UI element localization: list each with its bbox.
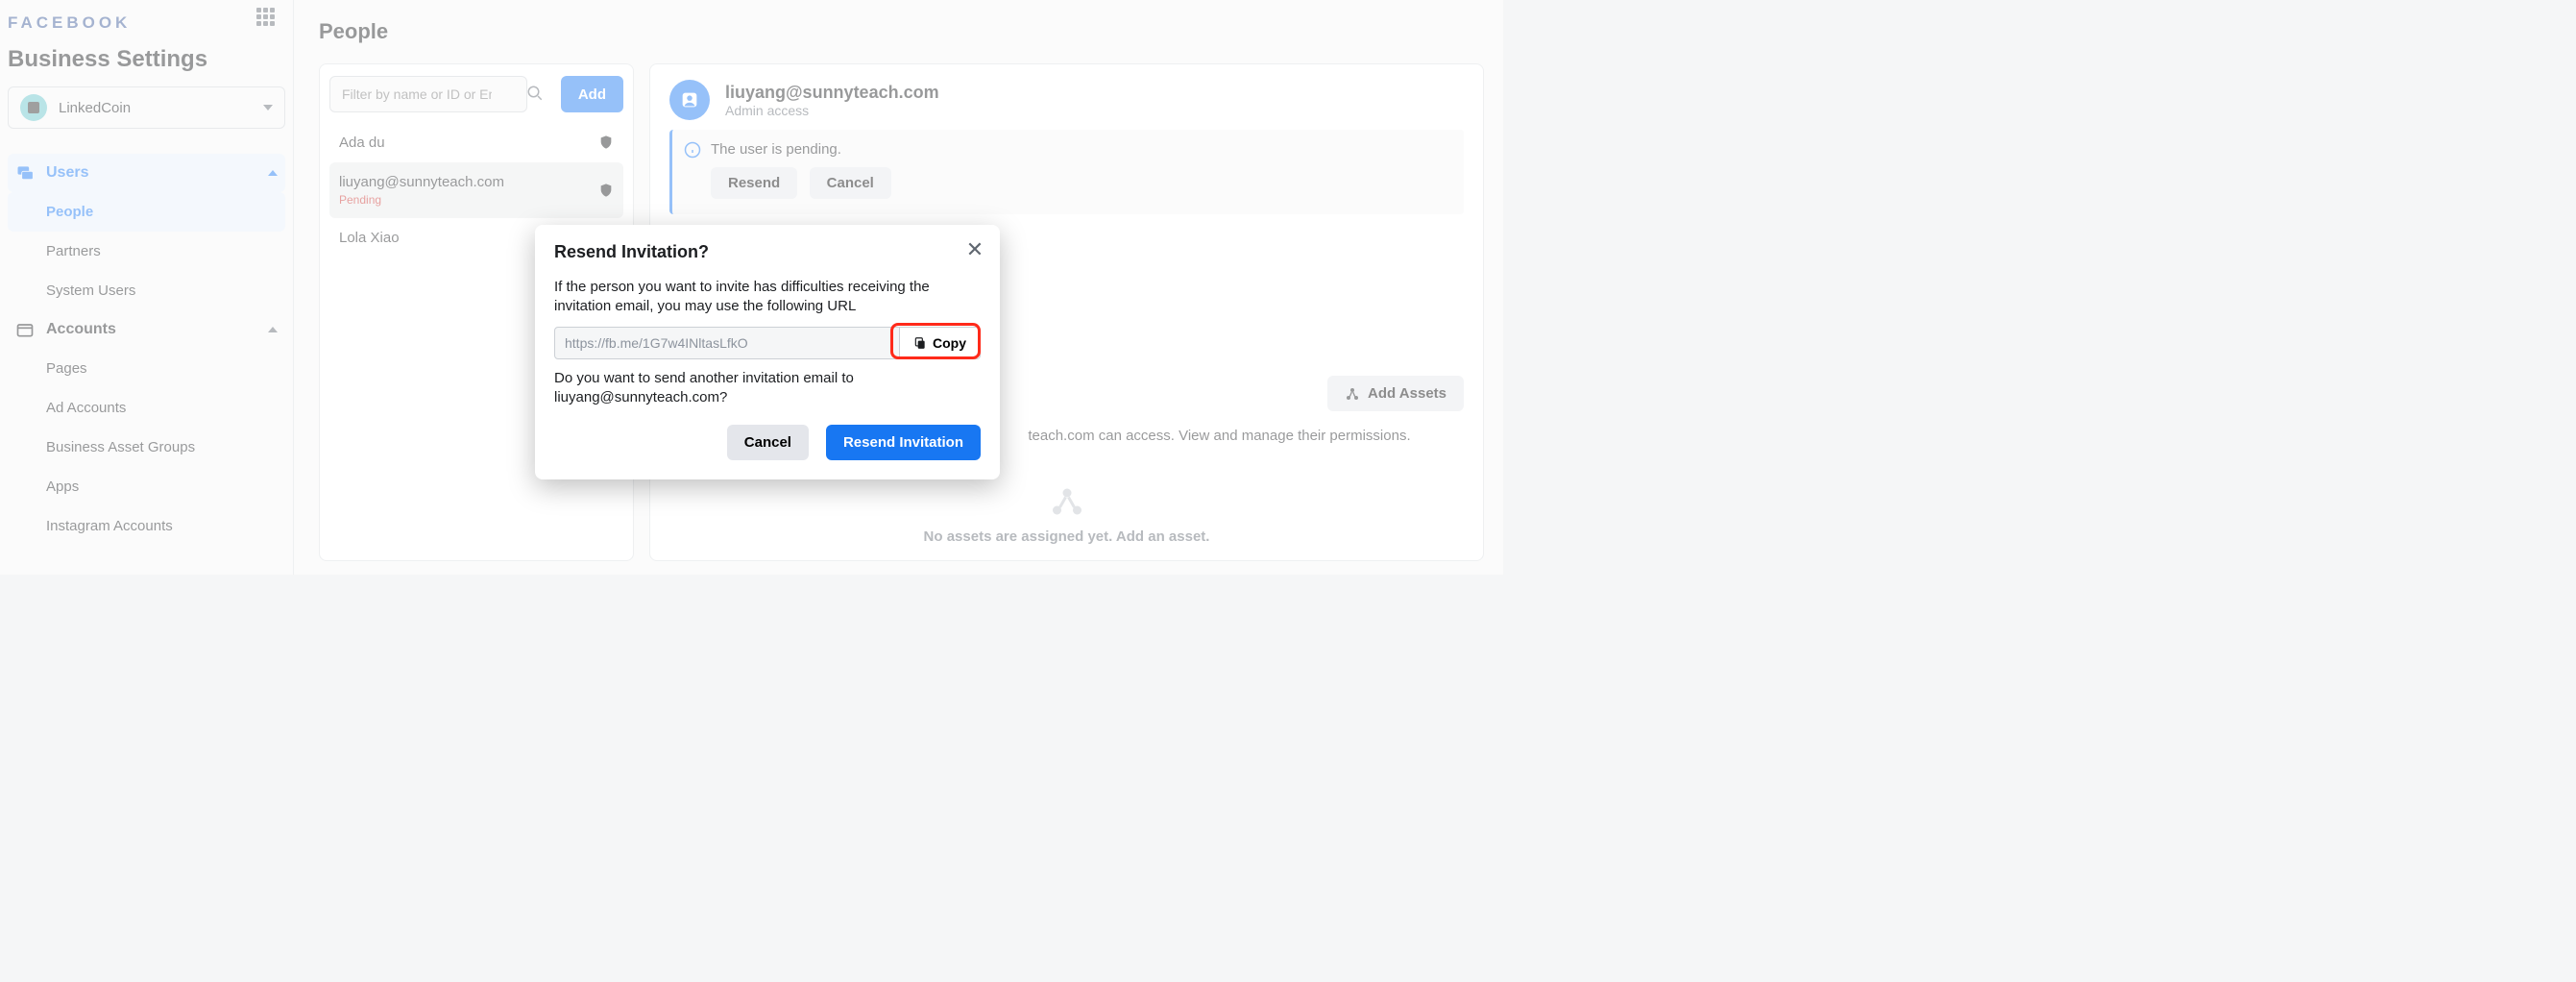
copy-button[interactable]: Copy	[899, 328, 980, 358]
resend-invitation-modal: Resend Invitation? ✕ If the person you w…	[535, 225, 1000, 479]
modal-help-text: If the person you want to invite has dif…	[554, 278, 981, 317]
modal-cancel-button[interactable]: Cancel	[727, 425, 809, 460]
invite-url-input[interactable]	[555, 328, 899, 358]
modal-resend-button[interactable]: Resend Invitation	[826, 425, 981, 460]
modal-title: Resend Invitation?	[554, 242, 981, 262]
close-icon[interactable]: ✕	[963, 238, 986, 261]
copy-label: Copy	[933, 335, 966, 351]
invite-url-row: Copy	[554, 327, 981, 359]
copy-icon	[913, 336, 927, 350]
modal-confirm-text: Do you want to send another invitation e…	[554, 369, 981, 408]
